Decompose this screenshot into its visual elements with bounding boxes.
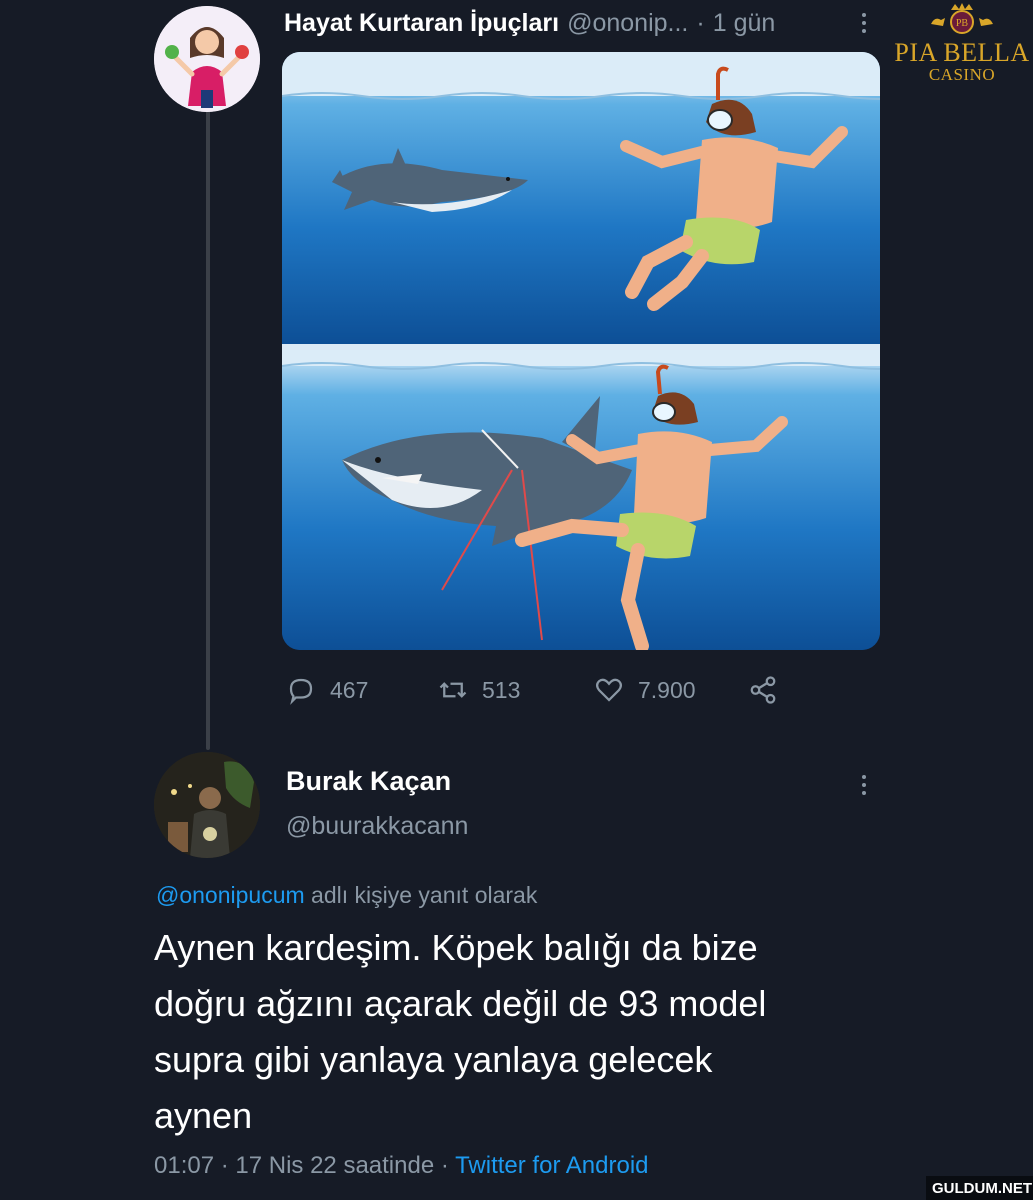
logo-subtitle: CASINO	[928, 65, 996, 84]
logo-monogram: PB	[956, 18, 969, 29]
tweet2-source-link[interactable]: Twitter for Android	[455, 1152, 648, 1179]
reply-context-text: adlı kişiye yanıt olarak	[304, 882, 538, 908]
tweet2-text: Aynen kardeşim. Köpek balığı da bize doğ…	[154, 920, 914, 1144]
reply-count: 467	[330, 676, 369, 703]
retweet-count: 513	[482, 676, 521, 703]
media-panel-top	[282, 52, 880, 344]
tweet-text-line: Aynen kardeşim. Köpek balığı da bize	[154, 927, 758, 968]
tweet1-author-name[interactable]: Hayat Kurtaran İpuçları	[284, 9, 559, 38]
more-options-icon[interactable]	[852, 8, 876, 38]
tweet1-action-bar: 467 513 7.900	[286, 672, 786, 708]
tweet-text-line: aynen	[154, 1095, 253, 1136]
avatar-illustration	[154, 6, 260, 112]
avatar-burak-kacan[interactable]	[154, 752, 260, 858]
avatar-hayat-kurtaran[interactable]	[154, 6, 260, 112]
like-button[interactable]: 7.900	[594, 672, 696, 708]
site-watermark: GULDUM.NET	[926, 1176, 1033, 1200]
retweet-button[interactable]: 513	[438, 672, 520, 708]
tweet1-author-handle[interactable]: @ononip...	[567, 9, 688, 38]
pia-bella-casino-logo: PB PIA BELLA CASINO	[894, 0, 1030, 88]
share-button[interactable]	[748, 672, 778, 708]
logo-name: PIA BELLA	[894, 38, 1030, 67]
like-count: 7.900	[638, 676, 696, 703]
avatar-photo	[154, 752, 260, 858]
tweet2-author-handle[interactable]: @buurakkacann	[286, 812, 468, 841]
tweet2-author-name[interactable]: Burak Kaçan	[286, 766, 451, 797]
reply-context: @ononipucum adlı kişiye yanıt olarak	[156, 882, 537, 909]
tweet2-timestamp[interactable]: 01:07 · 17 Nis 22 saatinde ·	[154, 1152, 455, 1179]
like-icon	[596, 678, 622, 702]
tweet1-separator: ·	[696, 8, 705, 37]
share-icon	[750, 676, 776, 704]
tweet-text-line: supra gibi yanlaya yanlaya gelecek	[154, 1039, 713, 1080]
thread-connector-line	[206, 110, 210, 750]
tweet1-media-image[interactable]	[282, 52, 880, 650]
reply-mention-link[interactable]: @ononipucum	[156, 882, 305, 908]
reply-button[interactable]: 467	[286, 672, 368, 708]
tweet-text-line: doğru ağzını açarak değil de 93 model	[154, 983, 767, 1024]
tweet1-header: Hayat Kurtaran İpuçları @ononip... · 1 g…	[284, 6, 775, 40]
reply-icon	[289, 678, 313, 705]
crown-icon: PB	[931, 3, 993, 34]
tweet1-timestamp[interactable]: 1 gün	[713, 9, 776, 38]
more-options-icon[interactable]	[852, 770, 876, 800]
retweet-icon	[439, 682, 467, 698]
tweet2-metadata: 01:07 · 17 Nis 22 saatinde · Twitter for…	[154, 1152, 649, 1180]
media-panel-bottom	[282, 350, 880, 650]
